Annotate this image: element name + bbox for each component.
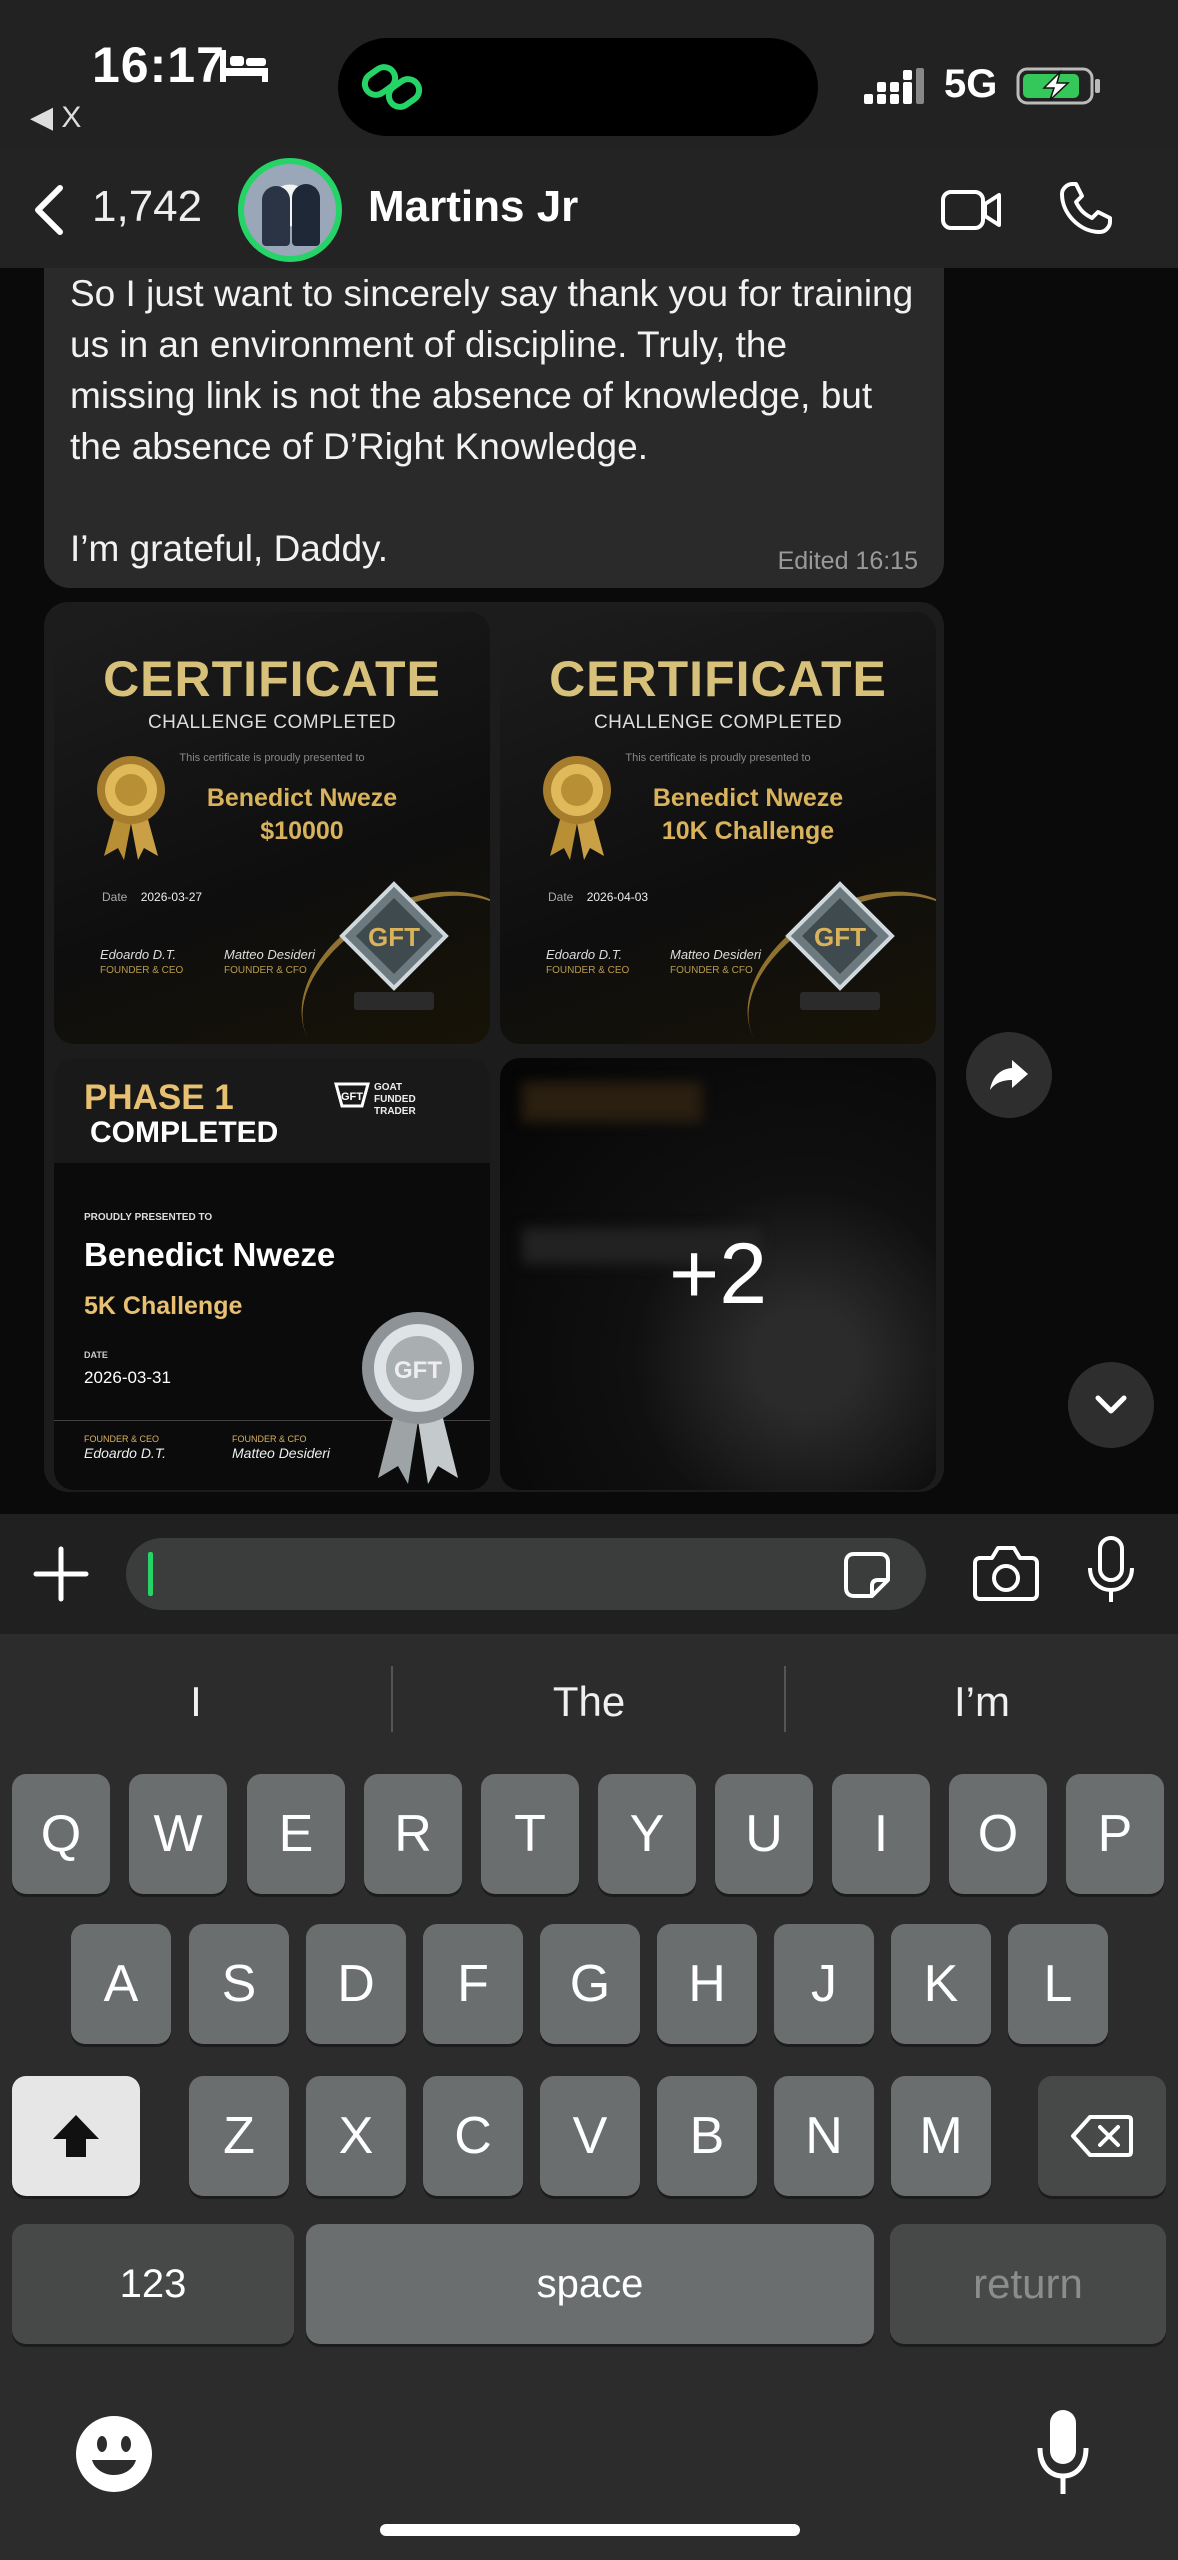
- video-call-icon[interactable]: [940, 186, 1002, 234]
- message-bubble[interactable]: So I just want to sincerely say thank yo…: [44, 268, 944, 588]
- certificate-image-2[interactable]: CERTIFICATE CHALLENGE COMPLETED This cer…: [500, 612, 936, 1044]
- message-input[interactable]: [126, 1538, 926, 1610]
- key[interactable]: O: [949, 1774, 1047, 1894]
- phase-challenge: 5K Challenge: [84, 1292, 243, 1320]
- crystal-trophy-icon: GFT: [785, 881, 895, 1010]
- cert-title: CERTIFICATE: [103, 651, 441, 707]
- cert-title: CERTIFICATE: [549, 651, 887, 707]
- phase-title: PHASE 1: [84, 1078, 234, 1117]
- space-key[interactable]: space: [306, 2224, 874, 2344]
- phase-date: 2026-03-31: [84, 1368, 171, 1387]
- cert-signatures: Edoardo D.T. Matteo Desideri FOUNDER & CEO…: [546, 947, 762, 977]
- gft-logo-icon: GFT: [334, 1082, 370, 1108]
- backspace-key[interactable]: [1038, 2076, 1166, 2196]
- phase-signatures: FOUNDER & CEO FOUNDER & CFO Edoardo D.T. Ma…: [84, 1434, 331, 1461]
- camera-icon[interactable]: [972, 1542, 1040, 1604]
- key[interactable]: W: [129, 1774, 227, 1894]
- phase-completed: COMPLETED: [90, 1116, 279, 1149]
- key[interactable]: U: [715, 1774, 813, 1894]
- dictation-microphone-icon[interactable]: [1034, 2408, 1092, 2498]
- home-indicator[interactable]: [380, 2524, 800, 2536]
- certificate-image-1[interactable]: CERTIFICATE CHALLENGE COMPLETED This cer…: [54, 612, 490, 1044]
- microphone-icon[interactable]: [1084, 1536, 1138, 1606]
- scroll-to-bottom-button[interactable]: [1068, 1362, 1154, 1448]
- svg-text:GFT: GFT: [341, 1091, 363, 1103]
- key[interactable]: B: [657, 2076, 757, 2196]
- backspace-icon: [1071, 2115, 1133, 2157]
- network-type: 5G: [944, 62, 998, 106]
- key[interactable]: M: [891, 2076, 991, 2196]
- key[interactable]: P: [1066, 1774, 1164, 1894]
- svg-text:GFT: GFT: [368, 922, 420, 952]
- cert-recipient: Benedict Nweze 10K Challenge: [652, 784, 844, 845]
- phase-recipient: Benedict Nweze: [84, 1236, 336, 1273]
- return-key[interactable]: return: [890, 2224, 1166, 2344]
- cert-date: Date 2026-04-03: [548, 890, 649, 904]
- chevron-down-icon: [1095, 1395, 1127, 1414]
- more-media-count: +2: [668, 1225, 768, 1322]
- media-album: CERTIFICATE CHALLENGE COMPLETED This cer…: [44, 602, 944, 1492]
- key[interactable]: V: [540, 2076, 640, 2196]
- cert-subtitle: CHALLENGE COMPLETED: [593, 712, 843, 733]
- key[interactable]: N: [774, 2076, 874, 2196]
- battery-charging-icon: [1016, 67, 1100, 105]
- more-media-tile[interactable]: +2: [500, 1058, 936, 1490]
- message-edited-time: Edited 16:15: [777, 547, 918, 575]
- back-to-app-link[interactable]: ◀ X: [30, 100, 81, 135]
- status-time: 16:17: [92, 37, 225, 93]
- phase-presented: PROUDLY PRESENTED TO: [84, 1212, 213, 1223]
- key[interactable]: X: [306, 2076, 406, 2196]
- cert-signatures: Edoardo D.T. Matteo Desideri FOUNDER & CEO…: [100, 947, 316, 977]
- forward-arrow-icon: [990, 1060, 1028, 1090]
- key[interactable]: I: [832, 1774, 930, 1894]
- cert-subtitle: CHALLENGE COMPLETED: [147, 712, 397, 733]
- suggestion-2[interactable]: The: [392, 1634, 786, 1770]
- contact-name[interactable]: Martins Jr: [368, 182, 578, 232]
- phase-date-label: DATE: [84, 1350, 108, 1360]
- numbers-key[interactable]: 123: [12, 2224, 294, 2344]
- chevron-left-icon[interactable]: [30, 182, 70, 238]
- key[interactable]: H: [657, 1924, 757, 2044]
- shift-arrow-icon: [53, 2115, 99, 2157]
- key[interactable]: D: [306, 1924, 406, 2044]
- key[interactable]: Z: [189, 2076, 289, 2196]
- key[interactable]: K: [891, 1924, 991, 2044]
- plus-icon[interactable]: [32, 1545, 90, 1603]
- key[interactable]: R: [364, 1774, 462, 1894]
- forward-button[interactable]: [966, 1032, 1052, 1118]
- svg-text:GFT: GFT: [394, 1357, 442, 1384]
- key[interactable]: Y: [598, 1774, 696, 1894]
- crystal-trophy-icon: GFT: [339, 881, 449, 1010]
- key[interactable]: L: [1008, 1924, 1108, 2044]
- cellular-signal-icon: [864, 68, 924, 104]
- sleep-focus-icon: [220, 50, 268, 82]
- link-activity-icon: [361, 64, 423, 110]
- message-text: So I just want to sincerely say thank yo…: [70, 273, 914, 569]
- key[interactable]: Q: [12, 1774, 110, 1894]
- key[interactable]: C: [423, 2076, 523, 2196]
- key[interactable]: G: [540, 1924, 640, 2044]
- suggestion-3[interactable]: I’m: [786, 1634, 1178, 1770]
- cert-recipient: Benedict Nweze $10000: [206, 784, 398, 845]
- phase-certificate-image[interactable]: PHASE 1 COMPLETED GFT GOAT FUNDED TRADER P…: [54, 1058, 490, 1490]
- contact-avatar[interactable]: [238, 158, 342, 262]
- suggestion-1[interactable]: I: [0, 1634, 392, 1770]
- brand-logo-text: GOAT FUNDED TRADER: [374, 1082, 416, 1117]
- key[interactable]: A: [71, 1924, 171, 2044]
- key[interactable]: E: [247, 1774, 345, 1894]
- key[interactable]: F: [423, 1924, 523, 2044]
- shift-key[interactable]: [12, 2076, 140, 2196]
- svg-text:GFT: GFT: [814, 922, 866, 952]
- silver-rosette-icon: GFT: [362, 1312, 474, 1484]
- key[interactable]: T: [481, 1774, 579, 1894]
- back-unread-count[interactable]: 1,742: [92, 182, 202, 232]
- phone-call-icon[interactable]: [1058, 180, 1114, 236]
- emoji-icon[interactable]: [74, 2414, 154, 2494]
- key[interactable]: S: [189, 1924, 289, 2044]
- app-root: 16:17 ◀ X 5G 1,742 Martins Jr So I just …: [0, 0, 1178, 2560]
- sticker-icon[interactable]: [842, 1550, 892, 1600]
- text-caret: [148, 1552, 153, 1596]
- key[interactable]: J: [774, 1924, 874, 2044]
- cert-date: Date 2026-03-27: [102, 890, 203, 904]
